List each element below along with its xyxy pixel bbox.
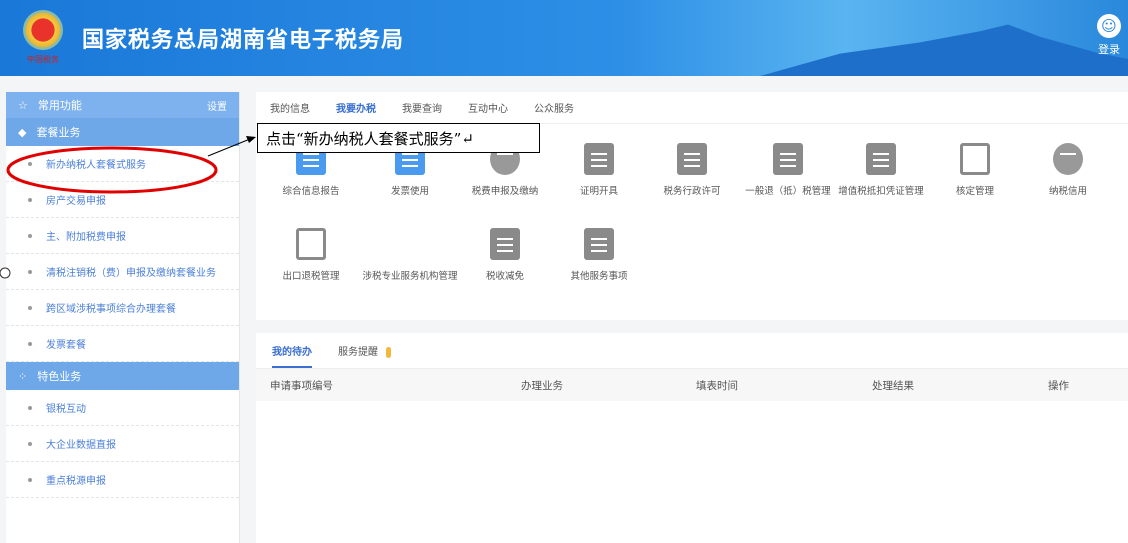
reminder-badge — [386, 346, 391, 358]
monitor-icon — [960, 143, 990, 175]
service-agency[interactable]: 涉税专业服务机构管理 — [362, 228, 458, 282]
layers-icon: ◆ — [18, 125, 27, 139]
org-chart-icon — [395, 228, 425, 260]
sidebar-item-enterprise-data[interactable]: 大企业数据直报 — [6, 426, 239, 462]
sidebar-common-header[interactable]: ☆ 常用功能 设置 — [6, 92, 239, 118]
service-other[interactable]: 其他服务事项 — [551, 228, 647, 282]
star-icon: ☆ — [18, 98, 28, 112]
yuan-icon — [490, 228, 520, 260]
sidebar-item-key-source[interactable]: 重点税源申报 — [6, 462, 239, 498]
sidebar-special-header[interactable]: ⁘ 特色业务 — [6, 362, 239, 390]
sidebar-item-property[interactable]: 房产交易申报 — [6, 182, 239, 218]
service-refund[interactable]: 一般退（抵）税管理 — [740, 143, 836, 197]
window-gear-icon — [296, 228, 326, 260]
tab-query[interactable]: 我要查询 — [402, 100, 442, 115]
tab-public[interactable]: 公众服务 — [534, 100, 574, 115]
settings-link[interactable]: 设置 — [207, 98, 227, 113]
tab-my-todo[interactable]: 我的待办 — [272, 343, 312, 368]
service-license[interactable]: 税务行政许可 — [644, 143, 740, 197]
login-button[interactable]: ☺ 登录 — [1094, 14, 1124, 57]
file-stack-icon — [773, 143, 803, 175]
service-certificate[interactable]: 证明开具 — [551, 143, 647, 197]
sidebar-package-header[interactable]: ◆ 套餐业务 — [6, 118, 239, 146]
license-icon — [677, 143, 707, 175]
user-icon: ☺ — [1097, 14, 1121, 38]
sidebar-item-deregistration[interactable]: 清税注销税（费）申报及缴纳套餐业务 — [6, 254, 239, 290]
sidebar-item-new-taxpayer[interactable]: 新办纳税人套餐式服务 — [6, 146, 239, 182]
certificate-icon — [584, 143, 614, 175]
service-export-refund[interactable]: 出口退税管理 — [263, 228, 359, 282]
stamp-icon — [866, 143, 896, 175]
tab-reminders[interactable]: 服务提醒 — [338, 343, 391, 358]
sidebar-item-main-tax[interactable]: 主、附加税费申报 — [6, 218, 239, 254]
service-credit[interactable]: 纳税信用 — [1020, 143, 1116, 197]
service-assessment[interactable]: 核定管理 — [927, 143, 1023, 197]
sidebar-item-bank-tax[interactable]: 银税互动 — [6, 390, 239, 426]
service-reduction[interactable]: 税收减免 — [457, 228, 553, 282]
todo-table-header: 申请事项编号 办理业务 填表时间 处理结果 操作 — [256, 369, 1128, 401]
apps-icon — [584, 228, 614, 260]
sidebar: ☆ 常用功能 设置 ◆ 套餐业务 新办纳税人套餐式服务 房产交易申报 主、附加税费申报… — [6, 92, 240, 543]
tab-do-tax[interactable]: 我要办税 — [336, 100, 376, 115]
tab-interaction[interactable]: 互动中心 — [468, 100, 508, 115]
great-wall-banner — [760, 24, 1128, 76]
site-title: 国家税务总局湖南省电子税务局 — [82, 28, 405, 53]
shield-icon — [1053, 143, 1083, 175]
grid-icon: ⁘ — [18, 369, 28, 383]
todo-tabs: 我的待办 服务提醒 — [256, 333, 1128, 369]
main-tabs: 我的信息 我要办税 我要查询 互动中心 公众服务 — [256, 92, 1128, 124]
annotation-callout: 点击“新办纳税人套餐式服务”↵ — [257, 123, 540, 153]
service-vat-deduction[interactable]: 增值税抵扣凭证管理 — [833, 143, 929, 197]
tax-emblem-logo: 中国税务 — [20, 10, 66, 68]
sidebar-item-cross-region[interactable]: 跨区域涉税事项综合办理套餐 — [6, 290, 239, 326]
site-header: 中国税务 国家税务总局湖南省电子税务局 ☺ 登录 — [0, 0, 1128, 76]
sidebar-item-invoice-package[interactable]: 发票套餐 — [6, 326, 239, 362]
todo-panel: 我的待办 服务提醒 申请事项编号 办理业务 填表时间 处理结果 操作 — [256, 333, 1128, 543]
tab-my-info[interactable]: 我的信息 — [270, 100, 310, 115]
arrow-head — [246, 136, 256, 143]
